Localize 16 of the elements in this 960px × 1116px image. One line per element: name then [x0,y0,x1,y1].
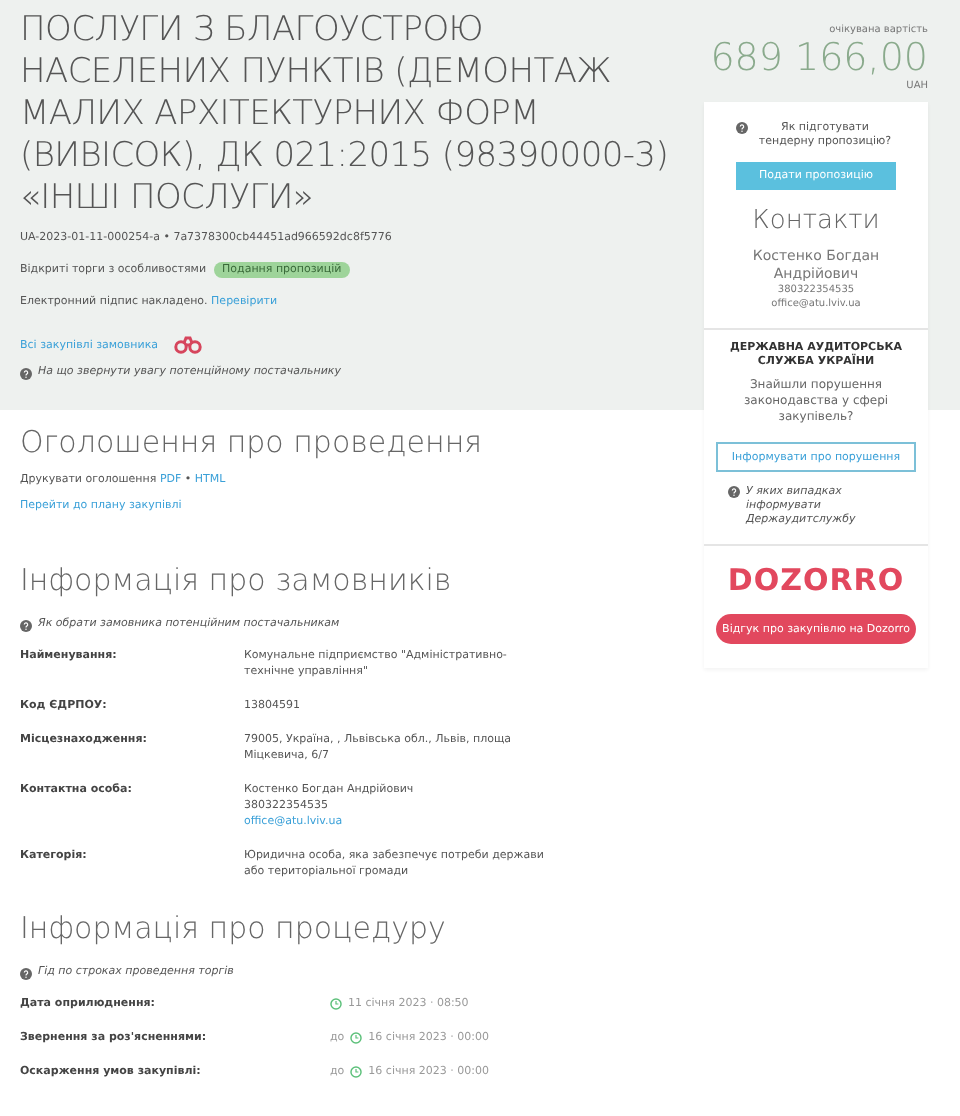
contacts-title: Контакти [752,206,880,236]
clock-icon [330,998,342,1010]
section-heading: Інформація про процедуру [20,910,448,946]
section-heading: Оголошення про проведення [20,424,485,460]
help-icon [736,122,748,134]
section-heading: Інформація про замовників [20,562,454,598]
price-value: 689 166,00 [708,36,928,80]
help-icon [20,619,32,631]
binoculars-icon [174,336,203,354]
tender-title: ПОСЛУГИ З БЛАГОУСТРОЮ НАСЕЛЕНИХ ПУНКТІВ (ДЕМОНТАЖ МАЛИХ АРХІТЕКТУРНИХ ФОРМ (ВИВІСОК), ДК 021:2015 (98390000-3) «ІНШІ ПОСЛУГИ» [20,10,671,220]
clock-icon [350,1066,363,1078]
help-icon [728,486,740,498]
help-icon [20,967,32,979]
help-icon [20,367,32,379]
dozorro-logo: DOZORRO [727,562,905,598]
clock-icon [350,1032,363,1044]
